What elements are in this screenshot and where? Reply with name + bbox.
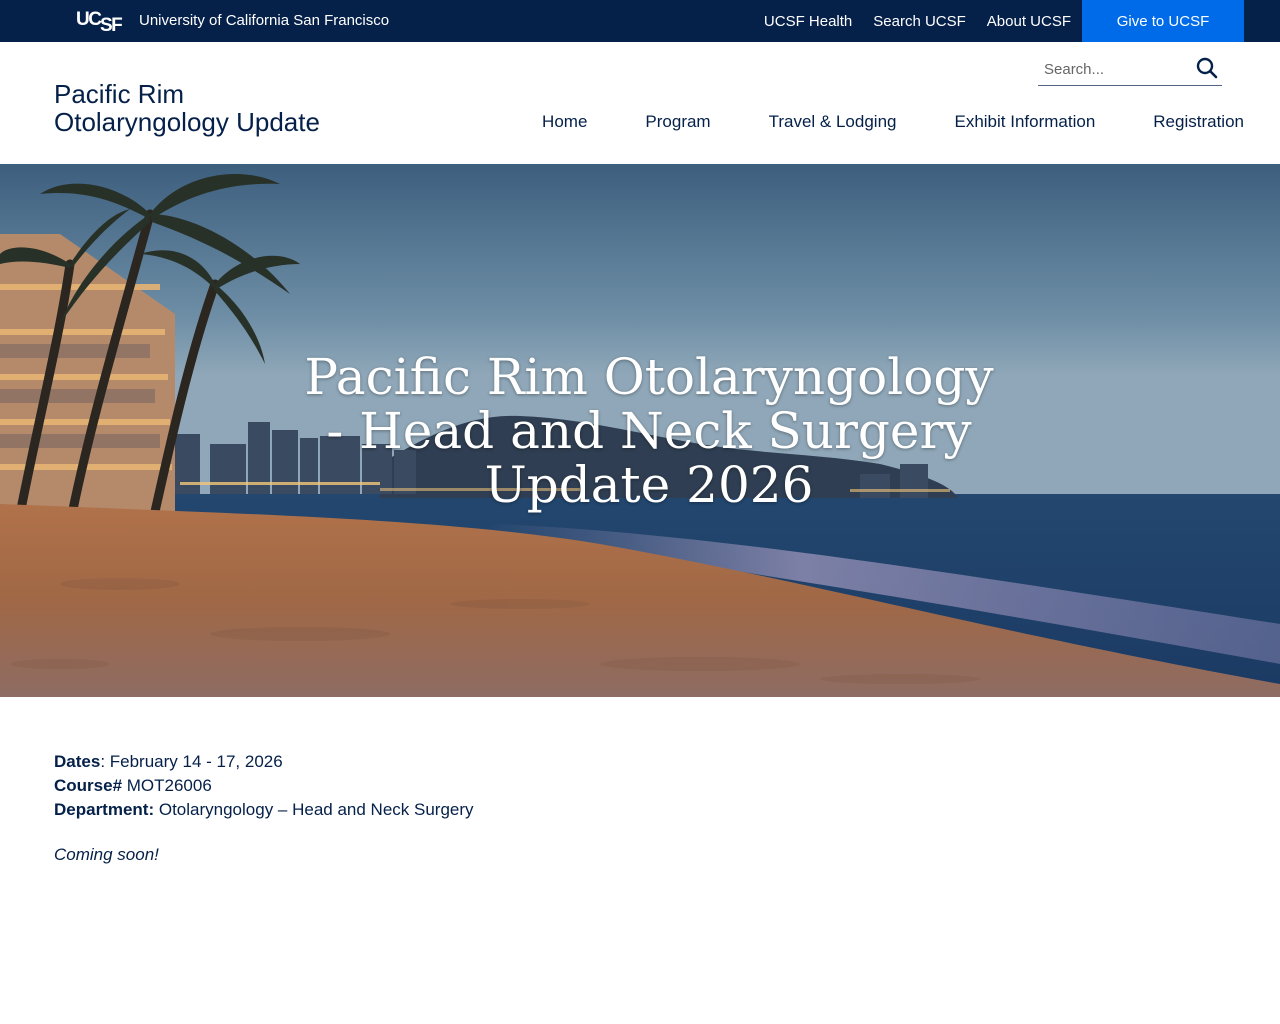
- nav-item-home[interactable]: Home: [542, 112, 587, 132]
- status-text: Coming soon!: [54, 845, 159, 864]
- main-nav: Home Program Travel & Lodging Exhibit In…: [542, 112, 1244, 132]
- utility-links: UCSF Health Search UCSF About UCSF Give …: [764, 0, 1244, 42]
- about-ucsf-link[interactable]: About UCSF: [987, 13, 1071, 30]
- ucsf-health-link[interactable]: UCSF Health: [764, 13, 852, 30]
- dates-line: Dates: February 14 - 17, 2026: [54, 750, 954, 774]
- svg-text:SF: SF: [100, 15, 122, 34]
- site-title-line2: Otolaryngology Update: [54, 107, 320, 137]
- ucsf-wordmark[interactable]: University of California San Francisco: [139, 12, 389, 30]
- course-number-value: MOT26006: [122, 776, 212, 795]
- search-input[interactable]: [1038, 56, 1188, 82]
- course-number-line: Course# MOT26006: [54, 774, 954, 798]
- search-box: [1038, 54, 1222, 86]
- search-ucsf-link[interactable]: Search UCSF: [873, 13, 966, 30]
- site-title[interactable]: Pacific Rim Otolaryngology Update: [54, 80, 394, 136]
- department-line: Department: Otolaryngology – Head and Ne…: [54, 798, 954, 822]
- site-header: Pacific Rim Otolaryngology Update Home P…: [0, 42, 1280, 164]
- svg-text:UC: UC: [76, 9, 102, 30]
- department-label: Department:: [54, 800, 155, 819]
- site-title-line1: Pacific Rim: [54, 79, 185, 109]
- course-number-label: Course#: [54, 776, 123, 795]
- hero-title: Pacific Rim Otolaryngology - Head and Ne…: [304, 348, 994, 514]
- dates-value: : February 14 - 17, 2026: [100, 752, 283, 771]
- hero-banner: Pacific Rim Otolaryngology - Head and Ne…: [0, 164, 1280, 697]
- search-icon: [1196, 57, 1218, 78]
- course-info: Dates: February 14 - 17, 2026 Course# MO…: [54, 750, 954, 822]
- nav-item-program[interactable]: Program: [645, 112, 710, 132]
- department-value: Otolaryngology – Head and Neck Surgery: [154, 800, 474, 819]
- utility-bar: UC SF University of California San Franc…: [0, 0, 1280, 42]
- ucsf-logo[interactable]: UC SF: [76, 8, 128, 34]
- ucsf-logo-mark: UC SF: [76, 9, 124, 34]
- dates-label: Dates: [54, 752, 101, 771]
- give-to-ucsf-button[interactable]: Give to UCSF: [1082, 0, 1244, 42]
- search-button[interactable]: [1194, 56, 1220, 82]
- nav-item-registration[interactable]: Registration: [1153, 112, 1244, 132]
- nav-item-travel-lodging[interactable]: Travel & Lodging: [769, 112, 897, 132]
- nav-item-exhibit-information[interactable]: Exhibit Information: [954, 112, 1095, 132]
